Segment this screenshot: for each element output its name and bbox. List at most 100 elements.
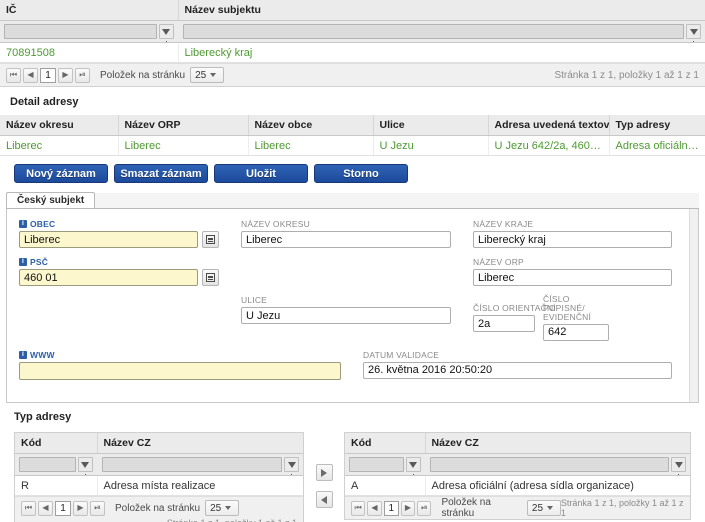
delete-record-button[interactable]: Smazat záznam	[114, 164, 208, 183]
field-label-cislo-popisne: ČÍSLO POPISNÉ/ EVIDENČNÍ	[543, 294, 592, 322]
column-header-nazev-okresu[interactable]: Název okresu	[0, 115, 119, 136]
filter-button-nazev-cz-left[interactable]	[284, 457, 299, 475]
column-header-kod-right[interactable]: Kód	[345, 433, 426, 454]
pager-next-button[interactable]: ▶	[58, 67, 73, 83]
tab-cesky-subjekt[interactable]: Český subjekt	[6, 192, 96, 208]
form-row-1: i OBEC Liberec NÁZEV OKRESU Liberec NÁZE…	[19, 219, 686, 248]
pager-prev-button[interactable]: ◀	[23, 67, 38, 83]
pager-last-button[interactable]: ⏯	[75, 67, 90, 83]
table-row[interactable]: 70891508 Liberecký kraj	[0, 42, 705, 63]
cell-nazev-subjektu[interactable]: Liberecký kraj	[178, 42, 705, 63]
form-row-2: i PSČ 460 01 NÁZEV ORP Liberec	[19, 257, 686, 286]
input-ulice[interactable]: U Jezu	[241, 307, 451, 324]
input-nazev-orp[interactable]: Liberec	[473, 269, 672, 286]
pager-next-button[interactable]: ▶	[73, 500, 88, 516]
pager-current-page[interactable]: 1	[383, 500, 399, 516]
selected-filter-row	[345, 453, 690, 476]
column-header-nazev-cz-left[interactable]: Název CZ	[97, 433, 303, 454]
transfer-remove-button[interactable]	[315, 491, 333, 508]
input-cislo-popisne[interactable]: 642	[543, 323, 609, 341]
table-row[interactable]: Liberec Liberec Liberec U Jezu U Jezu 64…	[0, 135, 705, 156]
filter-input-nazev-subjektu[interactable]	[182, 24, 684, 39]
filter-input-ic[interactable]	[4, 24, 157, 39]
cancel-button[interactable]: Storno	[314, 164, 408, 183]
input-nazev-kraje[interactable]: Liberecký kraj	[473, 231, 672, 248]
filter-button-nazev-cz-right[interactable]	[671, 457, 686, 475]
funnel-icon	[81, 461, 89, 475]
cell-ulice[interactable]: U Jezu	[373, 135, 489, 156]
cell-kod-left[interactable]: R	[15, 475, 98, 496]
selected-pager: ⏮ ◀ 1 ▶ ⏯ Položek na stránku 25 Stránka …	[345, 496, 690, 519]
input-www[interactable]	[19, 361, 341, 380]
new-record-button[interactable]: Nový záznam	[14, 164, 108, 183]
detail-section-title: Detail adresy	[10, 96, 79, 108]
filter-button-kod-left[interactable]	[77, 457, 93, 475]
filter-input-kod-left[interactable]	[19, 457, 76, 472]
input-nazev-okresu[interactable]: Liberec	[241, 231, 451, 248]
form-row-3: ULICE U Jezu ČÍSLO ORIENTAČNÍ 2a ČÍSLO P…	[19, 295, 686, 341]
field-label-obec-wrap: i OBEC	[19, 219, 219, 229]
input-obec[interactable]: Liberec	[19, 231, 198, 248]
pager-current-page[interactable]: 1	[55, 500, 71, 516]
field-label-nazev-kraje: NÁZEV KRAJE	[473, 219, 534, 229]
filter-button-ic[interactable]	[158, 24, 174, 42]
pager-last-button[interactable]: ⏯	[417, 500, 432, 516]
pager-prev-button[interactable]: ◀	[38, 500, 53, 516]
pager-per-page-value: 25	[195, 69, 207, 81]
column-header-kod-left[interactable]: Kód	[15, 433, 98, 454]
column-header-adresa-textove[interactable]: Adresa uvedená textově	[488, 115, 610, 136]
column-header-typ-adresy[interactable]: Typ adresy	[609, 115, 705, 136]
pager-per-page-select[interactable]: 25	[190, 67, 225, 83]
cell-typ-adresy[interactable]: Adresa oficiální (adresa s...	[609, 135, 705, 156]
cell-adresa-textove[interactable]: U Jezu 642/2a, 460 01 Liberec	[488, 135, 610, 156]
filter-input-kod-right[interactable]	[349, 457, 404, 472]
filter-cell-ic	[0, 20, 179, 43]
picker-button-obec[interactable]	[202, 231, 219, 248]
field-group-cisla: ČÍSLO ORIENTAČNÍ 2a ČÍSLO POPISNÉ/ EVIDE…	[473, 295, 686, 341]
chevron-down-icon	[547, 506, 554, 510]
cell-nazev-cz-left[interactable]: Adresa místa realizace	[97, 475, 303, 496]
column-header-ulice[interactable]: Ulice	[373, 115, 489, 136]
column-header-ic[interactable]: IČ	[0, 0, 179, 21]
pager-next-button[interactable]: ▶	[400, 500, 416, 516]
filter-button-kod-right[interactable]	[405, 457, 421, 475]
column-header-nazev-orp[interactable]: Název ORP	[118, 115, 249, 136]
list-item[interactable]: A Adresa oficiální (adresa sídla organiz…	[345, 475, 690, 496]
filter-input-nazev-cz-right[interactable]	[429, 457, 669, 472]
transfer-add-button[interactable]	[315, 464, 333, 481]
column-header-nazev-obce[interactable]: Název obce	[248, 115, 374, 136]
subject-grid-pager: ⏮ ◀ 1 ▶ ⏯ Položek na stránku 25 Stránka …	[0, 63, 705, 86]
field-label-nazev-okresu: NÁZEV OKRESU	[241, 219, 310, 229]
list-item[interactable]: R Adresa místa realizace	[15, 475, 303, 496]
field-www: i WWW	[19, 350, 341, 380]
pager-prev-button[interactable]: ◀	[367, 500, 382, 516]
cell-nazev-obce[interactable]: Liberec	[248, 135, 374, 156]
form-scrollbar[interactable]	[689, 209, 698, 402]
pager-per-page-select[interactable]: 25	[526, 500, 561, 516]
pager-last-button[interactable]: ⏯	[90, 500, 105, 516]
pager-first-button[interactable]: ⏮	[6, 67, 21, 83]
save-button[interactable]: Uložit	[214, 164, 308, 183]
input-cislo-orientacni[interactable]: 2a	[473, 315, 535, 332]
cell-nazev-okresu[interactable]: Liberec	[0, 135, 119, 156]
input-psc[interactable]: 460 01	[19, 269, 198, 286]
cell-ic[interactable]: 70891508	[0, 42, 179, 63]
cell-nazev-orp[interactable]: Liberec	[118, 135, 249, 156]
input-datum-validace[interactable]: 26. května 2016 20:50:20	[363, 361, 672, 379]
filter-button-nazev-subjektu[interactable]	[686, 24, 701, 42]
pager-per-page-label: Položek na stránku	[115, 502, 201, 514]
pager-first-button[interactable]: ⏮	[351, 500, 366, 516]
pager-current-page[interactable]: 1	[40, 67, 56, 83]
field-label-psc-wrap: i PSČ	[19, 257, 219, 267]
cell-kod-right[interactable]: A	[345, 475, 426, 496]
filter-cell-nazev-subjektu	[178, 20, 705, 43]
column-header-nazev-subjektu[interactable]: Název subjektu	[178, 0, 705, 21]
selected-grid: Kód Název CZ A Adresa oficiální (adresa …	[345, 433, 690, 496]
column-header-nazev-cz-right[interactable]: Název CZ	[425, 433, 690, 454]
picker-button-psc[interactable]	[202, 269, 219, 286]
filter-input-nazev-cz-left[interactable]	[101, 457, 282, 472]
tab-strip: Český subjekt	[6, 192, 699, 209]
cell-nazev-cz-right[interactable]: Adresa oficiální (adresa sídla organizac…	[425, 475, 690, 496]
pager-per-page-select[interactable]: 25	[205, 500, 240, 516]
pager-first-button[interactable]: ⏮	[21, 500, 36, 516]
